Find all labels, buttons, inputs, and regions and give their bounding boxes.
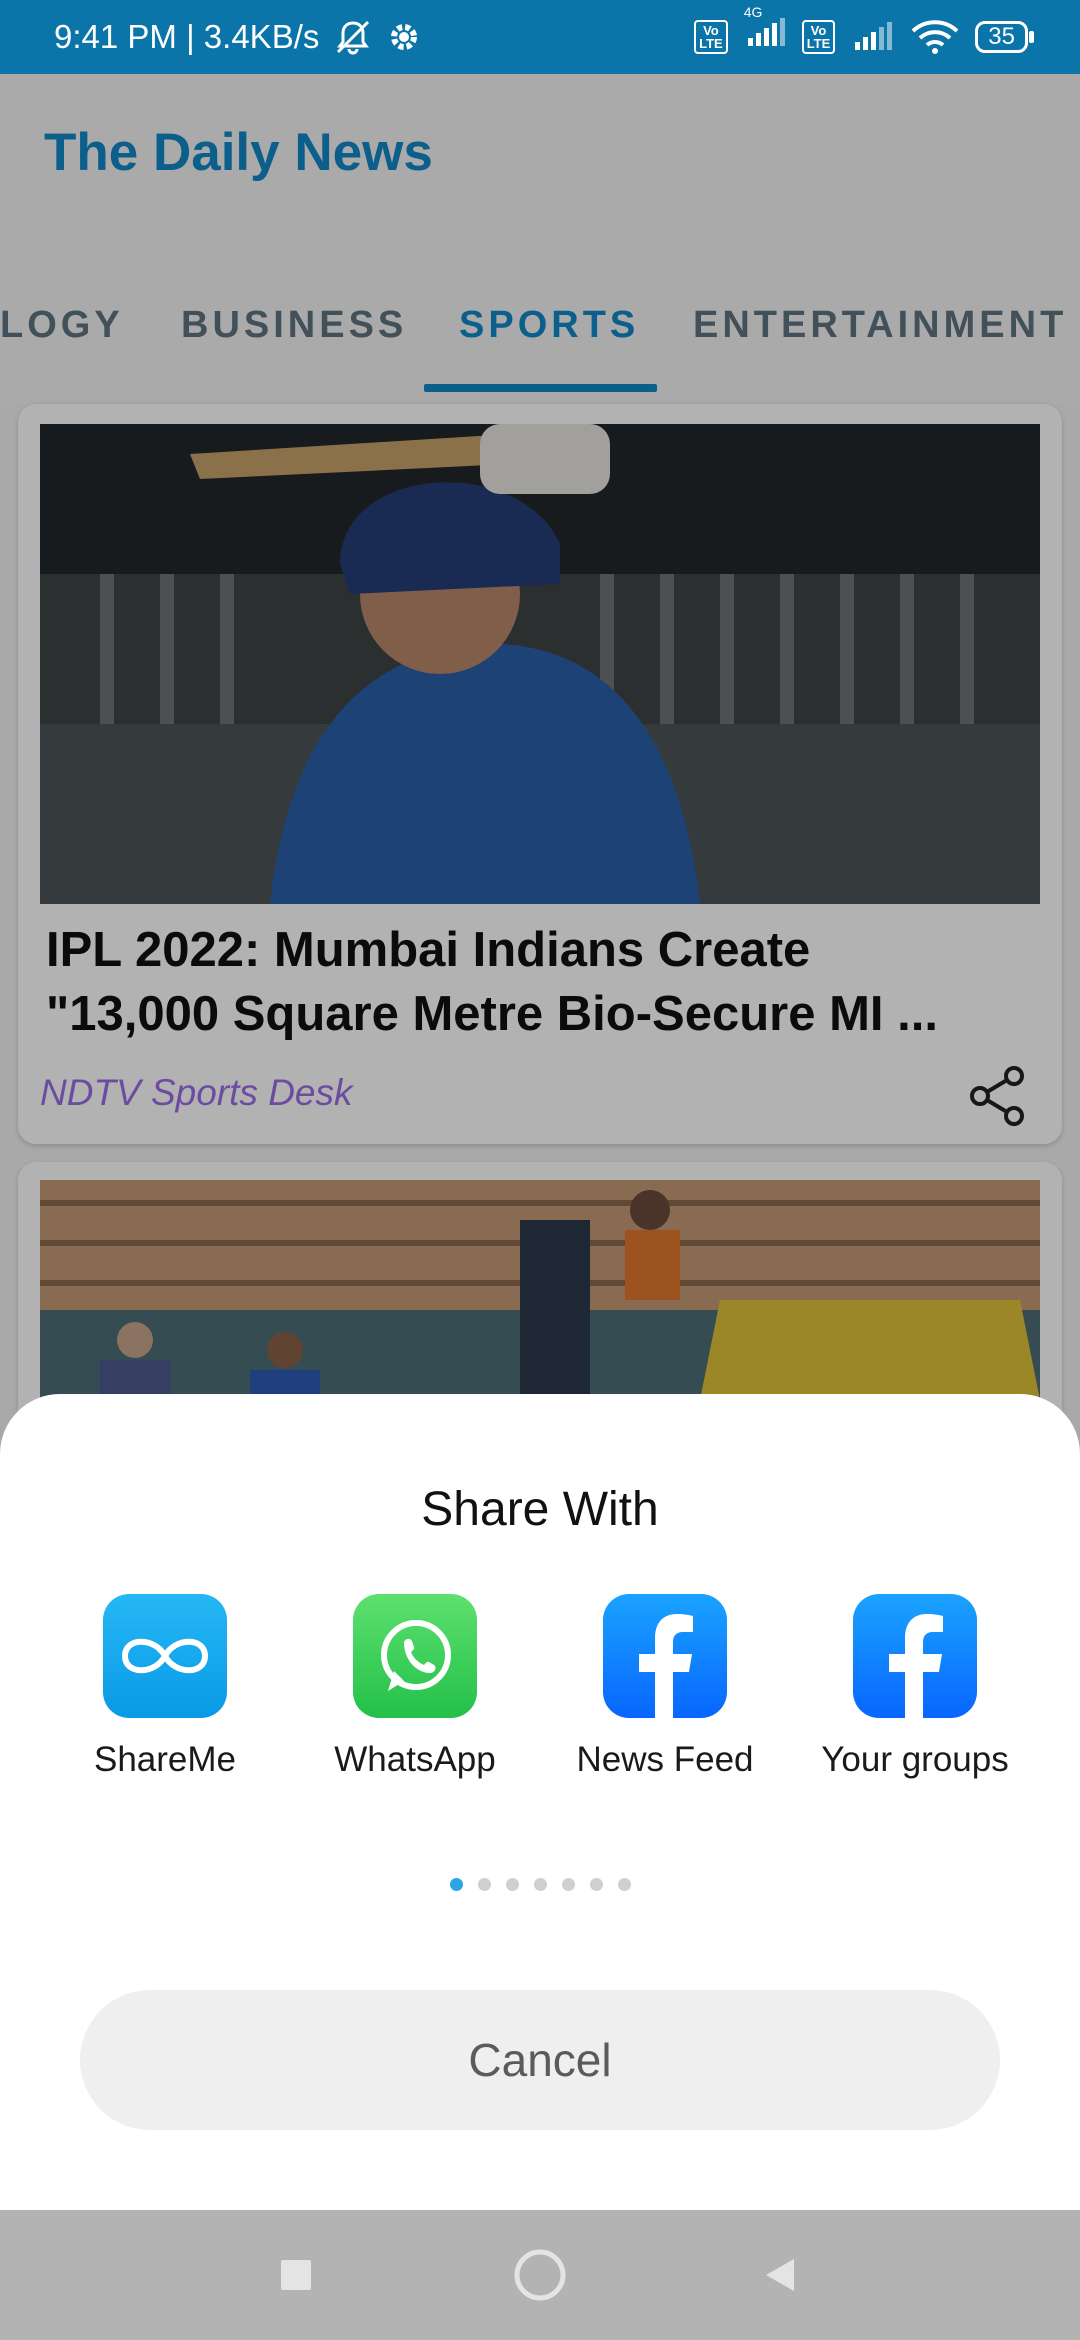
status-right: Vo LTE 4G Vo LTE 35 xyxy=(694,4,1034,56)
page-dot[interactable] xyxy=(449,1878,463,1891)
share-target-whatsapp[interactable]: WhatsApp xyxy=(290,1594,540,1780)
battery-icon: 35 xyxy=(975,21,1034,53)
share-target-shareme[interactable]: ShareMe xyxy=(40,1594,290,1780)
page-dot[interactable] xyxy=(617,1878,631,1891)
status-left: 9:41 PM | 3.4KB/s xyxy=(54,17,421,57)
page-indicator xyxy=(0,1878,1080,1891)
signal-icon xyxy=(855,22,893,50)
page-dot[interactable] xyxy=(477,1878,491,1891)
network-type-label: 4G xyxy=(743,4,763,20)
volte-icon-2: Vo LTE xyxy=(801,20,836,54)
system-nav-bar xyxy=(0,2210,1080,2340)
back-triangle-icon[interactable] xyxy=(720,2210,840,2340)
whatsapp-icon xyxy=(353,1594,477,1718)
share-target-label: Your groups xyxy=(821,1740,1009,1779)
signal-4g-icon: 4G xyxy=(742,4,788,56)
shareme-icon xyxy=(103,1594,227,1718)
share-target-your-groups[interactable]: Your groups xyxy=(790,1594,1040,1780)
share-target-news-feed[interactable]: News Feed xyxy=(540,1594,790,1780)
facebook-icon xyxy=(853,1594,977,1718)
wifi-icon xyxy=(911,20,959,54)
page-dot[interactable] xyxy=(589,1878,603,1891)
page-dot[interactable] xyxy=(561,1878,575,1891)
share-target-label: ShareMe xyxy=(93,1740,237,1779)
page-dot[interactable] xyxy=(505,1878,519,1891)
cancel-button[interactable]: Cancel xyxy=(80,1990,1000,2130)
gear-icon xyxy=(391,24,418,50)
share-sheet: Share With ShareMe WhatsApp News Feed Yo… xyxy=(0,1394,1080,2210)
volte-icon: Vo LTE xyxy=(694,20,728,54)
status-time: 9:41 PM | 3.4KB/s xyxy=(54,18,320,55)
share-target-label: News Feed xyxy=(576,1740,754,1779)
mute-bell-icon xyxy=(337,20,370,55)
status-bar: 9:41 PM | 3.4KB/s Vo LTE 4G Vo LTE 35 xyxy=(0,0,1080,74)
page-dot[interactable] xyxy=(533,1878,547,1891)
recents-square-icon[interactable] xyxy=(236,2210,356,2340)
facebook-icon xyxy=(603,1594,727,1718)
battery-level: 35 xyxy=(988,23,1015,50)
share-target-label: WhatsApp xyxy=(334,1740,496,1779)
home-circle-icon[interactable] xyxy=(480,2210,600,2340)
share-sheet-title: Share With xyxy=(421,1483,659,1536)
